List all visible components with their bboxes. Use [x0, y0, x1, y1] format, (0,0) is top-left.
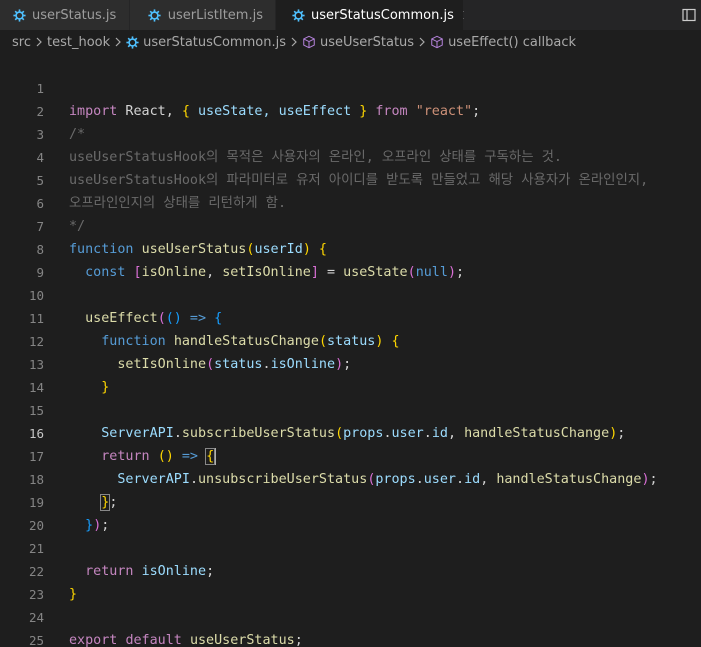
breadcrumb-symbol-label: useEffect() callback — [448, 34, 576, 50]
breadcrumb-test-hook[interactable]: test_hook — [47, 35, 110, 50]
tab-label: userListItem.js — [167, 7, 263, 23]
code-line: 25 — [0, 606, 701, 647]
breadcrumb-file[interactable]: userStatusCommon.js — [126, 35, 286, 50]
code-line: 8 const [isOnline, setIsOnline] = useSta… — [0, 215, 701, 280]
code-line: 6 */ — [0, 169, 701, 234]
code-line: 3 useUserStatusHook의 목적은 사용자의 온라인, 오프라인 … — [0, 100, 701, 165]
tab-label: userStatus.js — [32, 7, 117, 23]
chevron-right-icon — [114, 37, 122, 47]
code-line: 20 — [0, 491, 701, 533]
tab-bar: userStatus.js userListItem.js userStatus… — [0, 0, 701, 30]
tab-userlistitem[interactable]: userListItem.js — [130, 0, 276, 30]
code-line: 10 useEffect(() => { — [0, 261, 701, 326]
code-line: 19 }); — [0, 468, 701, 533]
breadcrumb: src test_hook userStatusCommon.js useUse… — [0, 30, 701, 54]
cube-symbol-icon — [430, 35, 444, 49]
code-line-current: 16 return () => { — [0, 399, 701, 465]
code-token: export — [69, 633, 118, 647]
code-line: 23 — [0, 560, 701, 602]
tab-label: userStatusCommon.js — [311, 7, 454, 23]
breadcrumb-symbol-useeffect[interactable]: useEffect() callback — [430, 35, 576, 50]
code-line: 21 return isOnline; — [0, 514, 701, 579]
tab-userstatuscommon[interactable]: userStatusCommon.js — [276, 0, 473, 30]
code-line: 5 오프라인인지의 상태를 리턴하게 함. — [0, 146, 701, 211]
breadcrumb-symbol-label: useUserStatus — [319, 34, 415, 50]
js-gear-icon — [148, 8, 162, 22]
code-token: ; — [294, 633, 303, 647]
code-token: default — [125, 633, 182, 647]
code-line: 11 function handleStatusChange(status) { — [0, 284, 701, 349]
code-line: 15 ServerAPI.subscribeUserStatus(props.u… — [0, 376, 701, 441]
breadcrumb-src[interactable]: src — [12, 35, 31, 50]
code-line: 17 ServerAPI.unsubscribeUserStatus(props… — [0, 422, 701, 487]
code-editor[interactable]: 1 import React, { useState, useEffect } … — [0, 54, 701, 647]
tab-userstatus[interactable]: userStatus.js — [0, 0, 130, 30]
code-token: useUserStatus — [189, 633, 295, 647]
cube-symbol-icon — [302, 35, 316, 49]
code-line: 22 } — [0, 537, 701, 602]
code-line: 18 }; — [0, 445, 701, 511]
js-gear-icon — [292, 8, 305, 22]
code-line: 1 import React, { useState, useEffect } … — [0, 54, 701, 119]
breadcrumb-symbol-useuserstatus[interactable]: useUserStatus — [302, 35, 414, 50]
code-line: 24 export default useUserStatus; — [0, 583, 701, 647]
code-line: 7 function useUserStatus(userId) { — [0, 192, 701, 257]
js-gear-icon — [12, 8, 26, 22]
chevron-right-icon — [290, 37, 298, 47]
tab-bar-empty-space — [464, 0, 701, 30]
code-text: export default useUserStatus; — [69, 629, 303, 647]
chevron-right-icon — [35, 37, 43, 47]
line-number: 25 — [28, 633, 44, 647]
breadcrumb-file-label: userStatusCommon.js — [143, 34, 286, 50]
code-line: 2 /* — [0, 77, 701, 142]
code-line: 13 } — [0, 330, 701, 395]
code-line: 12 setIsOnline(status.isOnline); — [0, 307, 701, 372]
code-line: 4 useUserStatusHook의 파라미터로 유저 아이디를 받도록 만… — [0, 123, 701, 188]
chevron-right-icon — [418, 37, 426, 47]
split-editor-icon[interactable] — [677, 0, 701, 30]
code-line: 9 — [0, 238, 701, 280]
js-gear-icon — [126, 35, 139, 49]
code-line: 14 — [0, 353, 701, 395]
